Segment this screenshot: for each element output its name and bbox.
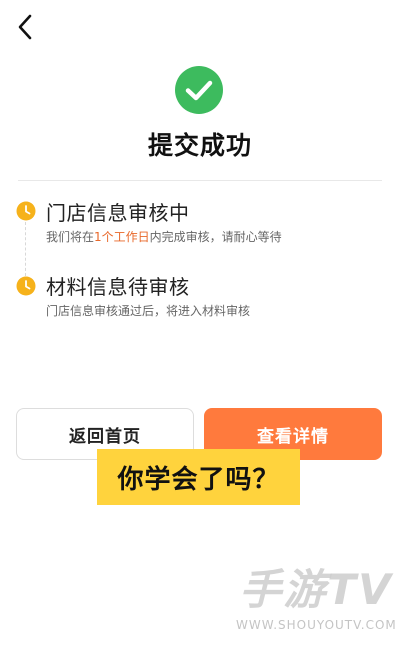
step-desc-text: 我们将在 xyxy=(46,230,95,244)
step-desc-text: 内完成审核，请耐心等待 xyxy=(149,230,282,244)
step-desc-store-review: 我们将在1个工作日内完成审核，请耐心等待 xyxy=(46,228,282,245)
page-title: 提交成功 xyxy=(147,131,252,160)
step-title-material-review: 材料信息待审核 xyxy=(46,275,190,299)
screen: 提交成功 门店信息审核中 我们将在1个工作日内完成审核，请耐心等待 材料信息待审… xyxy=(0,0,400,650)
check-circle-icon xyxy=(175,66,223,114)
back-button[interactable] xyxy=(10,10,40,44)
divider xyxy=(18,180,382,181)
video-caption: 你学会了吗？ xyxy=(97,449,300,505)
watermark-logo: 手游TV xyxy=(239,565,393,614)
step-desc-highlight: 1个工作日 xyxy=(94,230,150,244)
timeline-connector xyxy=(25,222,26,276)
clock-icon xyxy=(16,201,36,221)
chevron-left-icon xyxy=(18,14,32,40)
watermark: 手游TV WWW.SHOUYOUTV.COM xyxy=(236,565,397,633)
clock-icon xyxy=(16,276,36,296)
step-title-store-review: 门店信息审核中 xyxy=(46,201,190,225)
watermark-url: WWW.SHOUYOUTV.COM xyxy=(236,618,397,632)
step-desc-material-review: 门店信息审核通过后，将进入材料审核 xyxy=(46,304,251,318)
